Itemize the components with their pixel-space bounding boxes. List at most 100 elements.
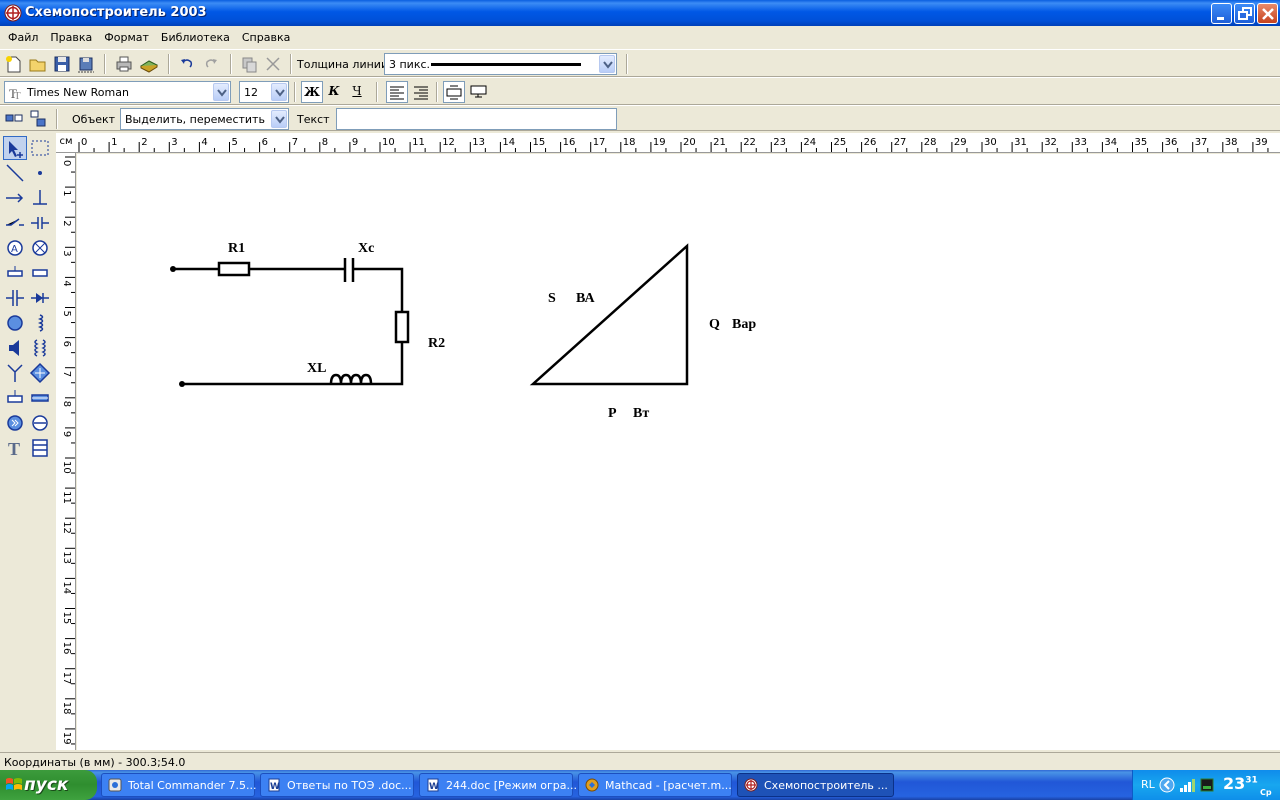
tool-point[interactable]: [28, 161, 52, 185]
group-button[interactable]: [3, 108, 25, 130]
tool-ammeter[interactable]: A: [3, 236, 27, 260]
tool-line[interactable]: [3, 161, 27, 185]
language-indicator[interactable]: RL: [1141, 778, 1155, 791]
tool-text[interactable]: T: [3, 436, 27, 460]
menu-edit[interactable]: Правка: [44, 28, 98, 44]
new-button[interactable]: [3, 53, 25, 75]
task-word-244[interactable]: W 244.doc [Режим огра...: [419, 773, 577, 797]
close-button[interactable]: [1257, 3, 1278, 24]
tray-app-icon[interactable]: [1199, 777, 1215, 793]
resistor-r1: [217, 261, 251, 277]
start-button[interactable]: пуск: [0, 770, 97, 800]
dropdown-arrow-button[interactable]: [271, 83, 287, 101]
tool-ground[interactable]: [28, 186, 52, 210]
drawing-canvas[interactable]: R1 Xc R2 XL S ВА Q Вар P Вт: [77, 154, 1280, 750]
tray-expand-icon[interactable]: [1159, 777, 1175, 793]
ruler-tick-label: 9: [352, 137, 358, 148]
motor-icon: [7, 415, 23, 431]
menu-library[interactable]: Библиотека: [155, 28, 236, 44]
tool-marquee[interactable]: [28, 136, 52, 160]
dropdown-arrow-button[interactable]: [213, 83, 229, 101]
tool-resistor[interactable]: [28, 261, 52, 285]
ruler-tick-label: 27: [894, 137, 907, 148]
ruler-tick-label: 0: [81, 137, 87, 148]
save-as-button[interactable]: [75, 53, 97, 75]
save-button[interactable]: [51, 53, 73, 75]
task-mathcad[interactable]: Mathcad - [расчет.m...: [578, 773, 732, 797]
dropdown-arrow-button[interactable]: [599, 55, 615, 73]
redo-icon: [205, 59, 217, 68]
text-input[interactable]: [336, 108, 617, 130]
tool-select[interactable]: [3, 136, 27, 160]
tool-switch[interactable]: [3, 211, 27, 235]
menu-file[interactable]: Файл: [0, 28, 44, 44]
font-tt-icon: TT: [9, 86, 21, 100]
text-frame-button[interactable]: [443, 81, 465, 103]
svg-text:T: T: [8, 439, 20, 459]
network-signal-icon[interactable]: [1179, 778, 1197, 792]
task-label: Mathcad - [расчет.m...: [605, 779, 732, 792]
tool-bridge[interactable]: [28, 361, 52, 385]
power-triangle: [529, 243, 689, 386]
bold-button[interactable]: Ж: [301, 81, 323, 103]
printer-icon: [116, 56, 132, 72]
font-name-select[interactable]: TT Times New Roman: [4, 81, 231, 103]
ungroup-icon: [30, 110, 46, 127]
task-total-commander[interactable]: Total Commander 7.5...: [101, 773, 257, 797]
tool-motor[interactable]: [3, 411, 27, 435]
floppy-disk-icon: [54, 56, 70, 72]
align-left-button[interactable]: [386, 81, 408, 103]
ruler-tick-label: 39: [1255, 137, 1268, 148]
taskbar: пуск Total Commander 7.5... W Ответы по …: [0, 770, 1280, 800]
ruler-tick-label: 10: [61, 461, 72, 474]
tool-diode[interactable]: [28, 286, 52, 310]
library-button[interactable]: [138, 53, 160, 75]
label-va: ВА: [576, 291, 595, 306]
task-label: Ответы по ТОЭ .doc...: [287, 779, 412, 792]
menu-help[interactable]: Справка: [236, 28, 296, 44]
copy-button[interactable]: [238, 53, 260, 75]
tool-table[interactable]: [28, 436, 52, 460]
dropdown-arrow-button[interactable]: [271, 110, 287, 128]
redo-button[interactable]: [200, 53, 222, 75]
print-button[interactable]: [113, 53, 135, 75]
restore-button[interactable]: [1234, 3, 1255, 24]
undo-button[interactable]: [176, 53, 198, 75]
align-right-button[interactable]: [410, 81, 432, 103]
ruler-tick-label: 17: [593, 137, 606, 148]
tool-arrow[interactable]: [3, 186, 27, 210]
ungroup-button[interactable]: [27, 108, 49, 130]
task-label: Схемопостроитель ...: [764, 779, 888, 792]
tool-contact[interactable]: [3, 386, 27, 410]
tool-meter[interactable]: [28, 411, 52, 435]
label-xl: XL: [307, 361, 327, 376]
delete-button[interactable]: [262, 53, 284, 75]
menu-format[interactable]: Формат: [98, 28, 155, 44]
open-button[interactable]: [27, 53, 49, 75]
label-s: S: [548, 291, 556, 306]
line-width-select[interactable]: 3 пикс.: [384, 53, 617, 75]
line-width-preview: [431, 63, 581, 66]
task-schemopostroitel[interactable]: Схемопостроитель ...: [737, 773, 894, 797]
text-label: Текст: [297, 113, 330, 126]
tool-capacitor-v[interactable]: [3, 286, 27, 310]
tool-fuse[interactable]: [3, 261, 27, 285]
standard-toolbar: Толщина линии 3 пикс.: [0, 49, 1280, 77]
task-word-answers[interactable]: W Ответы по ТОЭ .doc...: [260, 773, 414, 797]
lamp-icon: [32, 240, 48, 256]
minimize-button[interactable]: [1211, 3, 1232, 24]
tool-antenna[interactable]: [3, 361, 27, 385]
tool-source[interactable]: [3, 311, 27, 335]
tool-speaker[interactable]: [3, 336, 27, 360]
tool-lamp[interactable]: [28, 236, 52, 260]
tool-capacitor[interactable]: [28, 211, 52, 235]
underline-button[interactable]: Ч: [346, 81, 368, 103]
italic-button[interactable]: К: [323, 81, 345, 103]
font-size-select[interactable]: 12: [239, 81, 289, 103]
tool-inductor[interactable]: [28, 311, 52, 335]
object-mode-select[interactable]: Выделить, переместить: [120, 108, 289, 130]
tool-relay[interactable]: [28, 386, 52, 410]
format-toolbar: TT Times New Roman 12 Ж К Ч: [0, 77, 1280, 105]
tool-transformer[interactable]: [28, 336, 52, 360]
text-no-frame-button[interactable]: [468, 81, 490, 103]
